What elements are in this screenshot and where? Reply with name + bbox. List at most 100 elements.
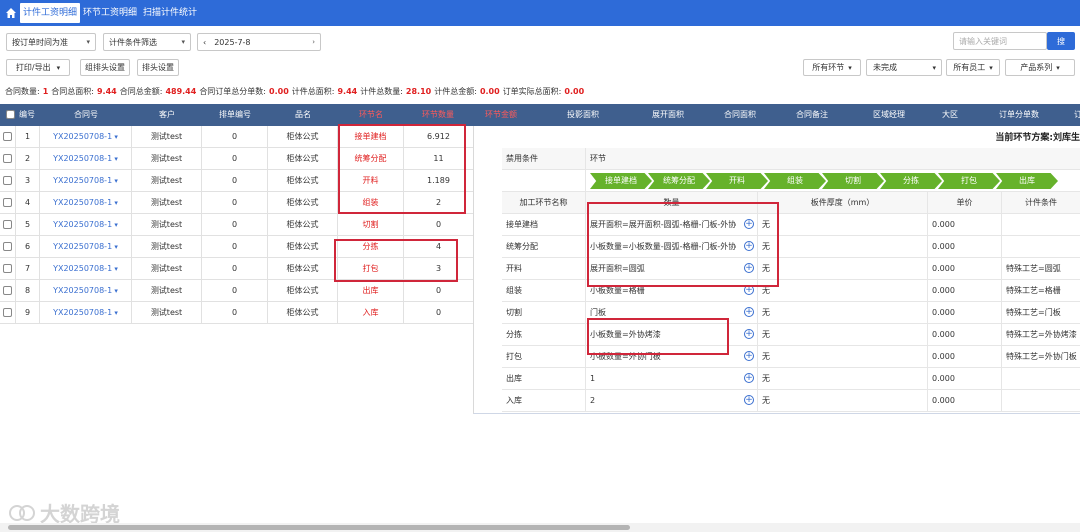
checkbox-cell[interactable] [0, 192, 16, 214]
checkbox-cell[interactable] [0, 170, 16, 192]
select-all-checkbox[interactable] [4, 104, 16, 126]
checkbox-cell[interactable] [0, 280, 16, 302]
table-row[interactable]: 3 YX20250708-1 ▾ 测试test 0 柜体公式 开料 1.189 [0, 170, 474, 192]
status-select[interactable]: 未完成 ▾ [866, 59, 942, 76]
home-icon[interactable] [2, 0, 20, 26]
chevron-down-icon[interactable]: ▾ [112, 265, 118, 273]
checkbox-cell[interactable] [0, 258, 16, 280]
scheme-cell-qty[interactable]: 小板数量=格栅 + [586, 280, 758, 302]
cell-contract[interactable]: YX20250708-1 [53, 132, 112, 141]
checkbox-cell[interactable] [0, 126, 16, 148]
search-input[interactable]: 请输入关键词 [953, 32, 1047, 50]
date-picker[interactable]: ‹ 2025-7-8 › [197, 33, 321, 51]
column-header[interactable]: 大区 [924, 104, 976, 126]
column-header[interactable]: 订单 [1062, 104, 1080, 126]
row-checkbox[interactable] [3, 154, 12, 163]
add-icon[interactable]: + [744, 373, 754, 383]
scheme-cell-qty[interactable]: 1 + [586, 368, 758, 390]
column-header[interactable]: 环节数量 [404, 104, 472, 126]
print-export-button[interactable]: 打印/导出 ▾ [6, 59, 70, 76]
checkbox-cell[interactable] [0, 214, 16, 236]
column-header[interactable]: 合同面积 [710, 104, 770, 126]
scheme-cell-qty[interactable]: 小板数量=小板数量-圆弧-格栅-门板-外协 + [586, 236, 758, 258]
add-icon[interactable]: + [744, 307, 754, 317]
cell-contract[interactable]: YX20250708-1 [53, 286, 112, 295]
table-row[interactable]: 7 YX20250708-1 ▾ 测试test 0 柜体公式 打包 3 [0, 258, 474, 280]
column-header[interactable]: 环节金额 [472, 104, 530, 126]
table-row[interactable]: 6 YX20250708-1 ▾ 测试test 0 柜体公式 分拣 4 [0, 236, 474, 258]
tab-0[interactable]: 计件工资明细 [20, 3, 81, 23]
table-row[interactable]: 9 YX20250708-1 ▾ 测试test 0 柜体公式 入库 0 [0, 302, 474, 324]
chevron-down-icon[interactable]: ▾ [112, 177, 118, 185]
column-header[interactable]: 合同号 [40, 104, 132, 126]
row-checkbox[interactable] [3, 264, 12, 273]
add-icon[interactable]: + [744, 395, 754, 405]
header-setting-button[interactable]: 排头设置 [137, 59, 179, 76]
row-checkbox[interactable] [3, 308, 12, 317]
column-header[interactable]: 展开面积 [626, 104, 710, 126]
cell-contract[interactable]: YX20250708-1 [53, 198, 112, 207]
column-header[interactable]: 编号 [16, 104, 38, 126]
row-checkbox[interactable] [3, 286, 12, 295]
row-checkbox[interactable] [3, 132, 12, 141]
search-button[interactable]: 搜 [1047, 32, 1075, 50]
column-header[interactable]: 订单分单数 [976, 104, 1062, 126]
add-icon[interactable]: + [744, 219, 754, 229]
chevron-right-icon[interactable]: › [312, 38, 315, 46]
column-header[interactable]: 环节名 [338, 104, 404, 126]
all-steps-select[interactable]: 所有环节 ▾ [803, 59, 861, 76]
checkbox-cell[interactable] [0, 302, 16, 324]
all-staff-select[interactable]: 所有员工 ▾ [946, 59, 1000, 76]
add-icon[interactable]: + [744, 285, 754, 295]
scheme-cell-qty[interactable]: 小板数量=外协烤漆 + [586, 324, 758, 346]
add-icon[interactable]: + [744, 351, 754, 361]
scheme-cell-qty[interactable]: 门板 + [586, 302, 758, 324]
chevron-down-icon[interactable]: ▾ [112, 199, 118, 207]
product-series-select[interactable]: 产品系列 ▾ [1005, 59, 1075, 76]
condition-select[interactable]: 计件条件筛选 ▾ [103, 33, 191, 51]
table-row[interactable]: 8 YX20250708-1 ▾ 测试test 0 柜体公式 出库 0 [0, 280, 474, 302]
chevron-down-icon[interactable]: ▾ [112, 243, 118, 251]
group-header-button[interactable]: 组排头设置 [80, 59, 130, 76]
column-header[interactable]: 区域经理 [854, 104, 924, 126]
table-row[interactable]: 4 YX20250708-1 ▾ 测试test 0 柜体公式 组装 2 [0, 192, 474, 214]
chevron-down-icon[interactable]: ▾ [112, 133, 118, 141]
checkbox-cell[interactable] [0, 236, 16, 258]
scheme-cell-qty[interactable]: 展开面积=展开面积-圆弧-格栅-门板-外协 + [586, 214, 758, 236]
row-checkbox[interactable] [3, 242, 12, 251]
column-header[interactable]: 品名 [268, 104, 338, 126]
scheme-cell-qty[interactable]: 小板数量=外协门板 + [586, 346, 758, 368]
table-row[interactable]: 1 YX20250708-1 ▾ 测试test 0 柜体公式 接单建档 6.912 [0, 126, 474, 148]
scheme-cell-qty[interactable]: 2 + [586, 390, 758, 412]
chevron-down-icon[interactable]: ▾ [112, 309, 118, 317]
chevron-down-icon[interactable]: ▾ [112, 155, 118, 163]
cell-contract[interactable]: YX20250708-1 [53, 242, 112, 251]
cell-contract[interactable]: YX20250708-1 [53, 220, 112, 229]
horizontal-scrollbar[interactable] [0, 523, 1080, 532]
chevron-left-icon[interactable]: ‹ [203, 38, 206, 47]
time-mode-select[interactable]: 按订单时间为准 ▾ [6, 33, 96, 51]
add-icon[interactable]: + [744, 241, 754, 251]
column-header[interactable]: 客户 [132, 104, 202, 126]
scrollbar-thumb[interactable] [8, 525, 630, 530]
row-checkbox[interactable] [3, 220, 12, 229]
column-header[interactable]: 合同备注 [770, 104, 854, 126]
scheme-cell-qty[interactable]: 展开面积=圆弧 + [586, 258, 758, 280]
tab-2[interactable]: 扫描计件统计 [140, 0, 200, 26]
cell-contract[interactable]: YX20250708-1 [53, 176, 112, 185]
cell-contract[interactable]: YX20250708-1 [53, 264, 112, 273]
chevron-down-icon[interactable]: ▾ [112, 221, 118, 229]
cell-contract[interactable]: YX20250708-1 [53, 154, 112, 163]
row-checkbox[interactable] [3, 198, 12, 207]
column-header[interactable]: 排单编号 [202, 104, 268, 126]
cell-contract[interactable]: YX20250708-1 [53, 308, 112, 317]
add-icon[interactable]: + [744, 329, 754, 339]
add-icon[interactable]: + [744, 263, 754, 273]
table-row[interactable]: 5 YX20250708-1 ▾ 测试test 0 柜体公式 切割 0 [0, 214, 474, 236]
column-header[interactable]: 投影面积 [540, 104, 626, 126]
tab-1[interactable]: 环节工资明细 [80, 0, 140, 26]
chevron-down-icon[interactable]: ▾ [112, 287, 118, 295]
checkbox-cell[interactable] [0, 148, 16, 170]
row-checkbox[interactable] [3, 176, 12, 185]
table-row[interactable]: 2 YX20250708-1 ▾ 测试test 0 柜体公式 统筹分配 11 [0, 148, 474, 170]
